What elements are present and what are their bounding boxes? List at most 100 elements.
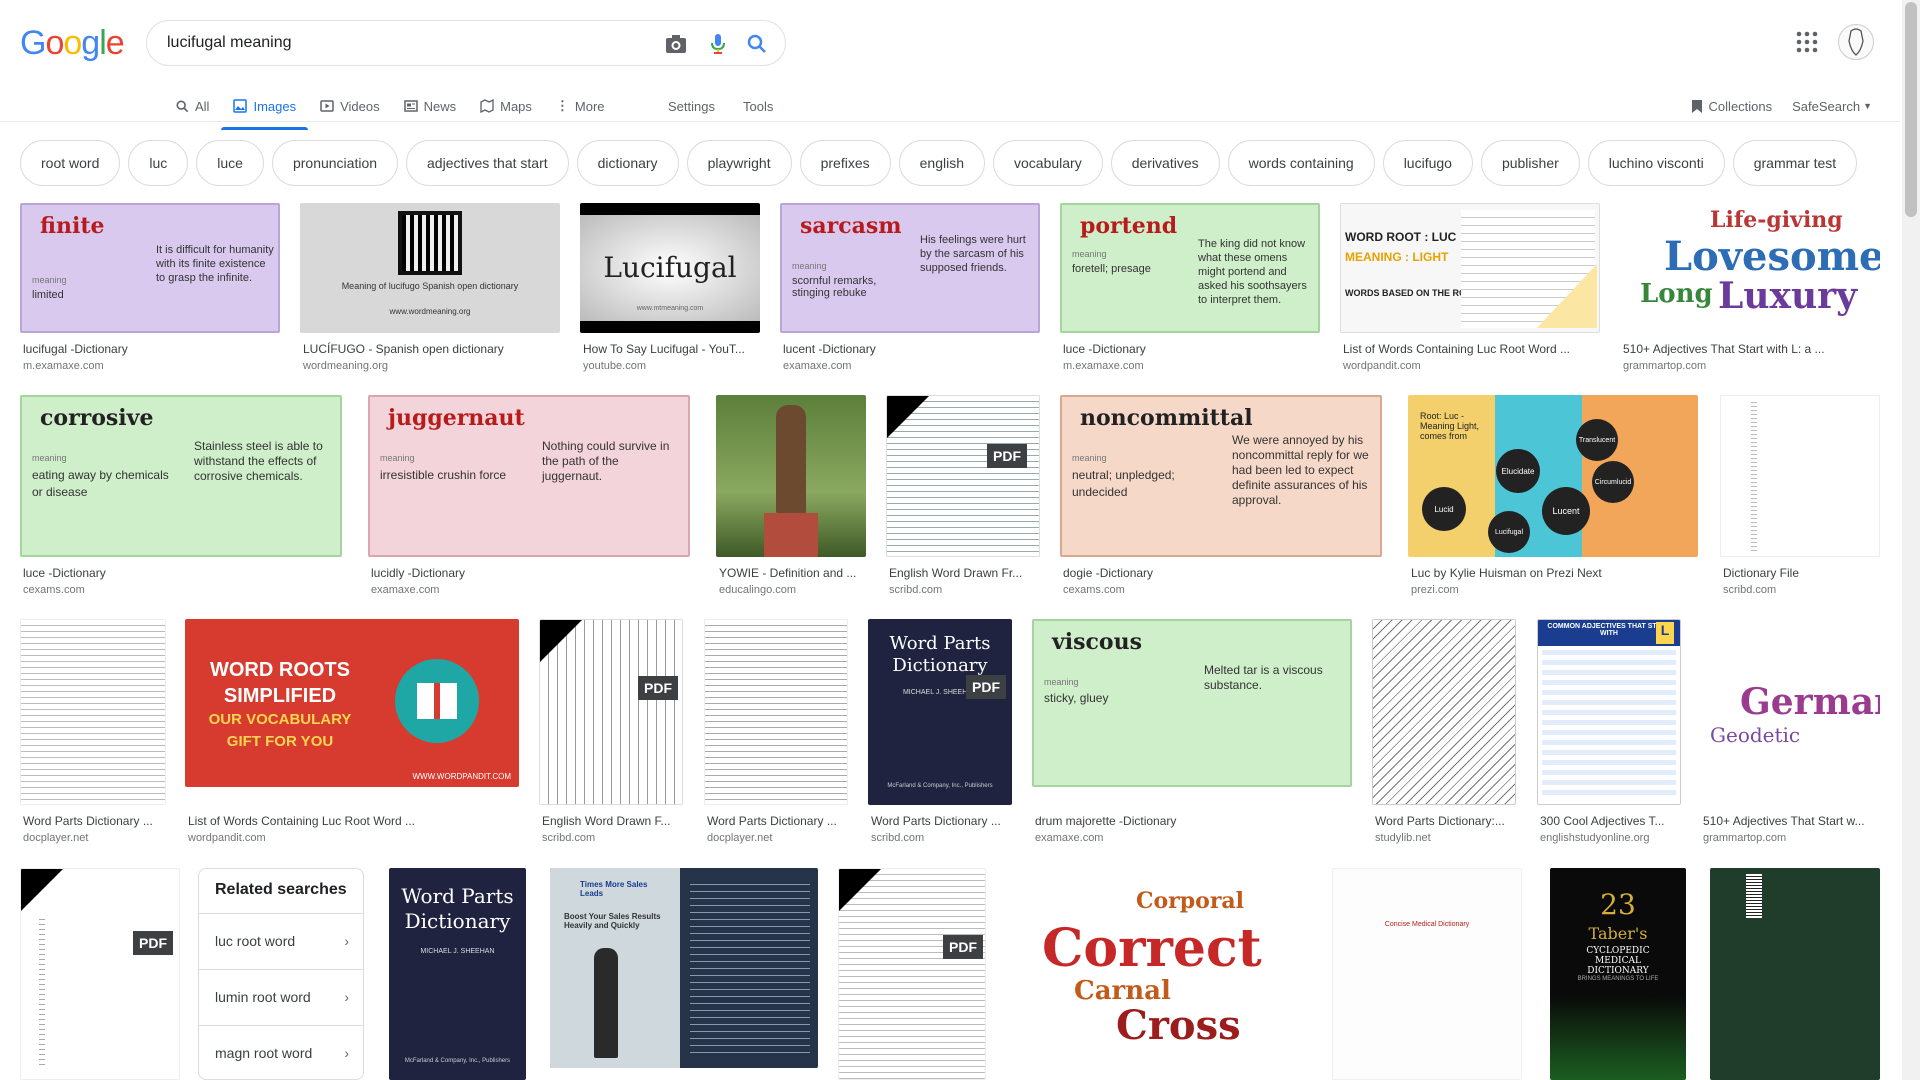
result-title[interactable]: Word Parts Dictionary:... [1375, 814, 1515, 828]
image-result[interactable]: sarcasm meaning scornful remarks, stingi… [780, 203, 1040, 373]
result-title[interactable]: lucifugal -Dictionary [23, 342, 278, 356]
result-title[interactable]: luce -Dictionary [23, 566, 341, 580]
chip[interactable]: dictionary [576, 140, 679, 186]
related-search-item[interactable]: luc root word › [199, 913, 363, 967]
tab-images[interactable]: Images [221, 90, 308, 130]
search-box[interactable] [146, 20, 786, 66]
image-result[interactable]: portend meaning foretell; presage The ki… [1060, 203, 1320, 373]
image-result[interactable]: WORD ROOTS SIMPLIFIED OUR VOCABULARY GIF… [185, 619, 519, 849]
result-source[interactable]: englishstudyonline.org [1540, 832, 1680, 844]
tab-more[interactable]: ⋮ More [544, 90, 617, 122]
result-source[interactable]: docplayer.net [23, 832, 165, 844]
result-title[interactable]: Word Parts Dictionary ... [707, 814, 847, 828]
chip[interactable]: playwright [686, 140, 792, 186]
result-source[interactable]: docplayer.net [707, 832, 847, 844]
settings-link[interactable]: Settings [668, 99, 715, 114]
chip[interactable]: publisher [1480, 140, 1580, 186]
result-source[interactable]: wordpandit.com [188, 832, 518, 844]
result-source[interactable]: grammartop.com [1703, 832, 1879, 844]
result-title[interactable]: English Word Drawn F... [542, 814, 682, 828]
result-source[interactable]: examaxe.com [783, 360, 1038, 372]
result-title[interactable]: 510+ Adjectives That Start w... [1703, 814, 1879, 828]
result-title[interactable]: Word Parts Dictionary ... [871, 814, 1011, 828]
chip[interactable]: prefixes [799, 140, 891, 186]
image-result[interactable]: Meaning of lucifugo Spanish open diction… [300, 203, 560, 373]
search-input[interactable] [167, 31, 637, 55]
image-result[interactable]: Dictionary File scribd.com [1720, 395, 1880, 596]
result-title[interactable]: Word Parts Dictionary ... [23, 814, 165, 828]
tab-all[interactable]: All [164, 90, 221, 122]
image-result[interactable]: PDF English Word Drawn Fr... scribd.com [886, 395, 1040, 596]
image-result[interactable]: Word Parts Dictionary:... studylib.net [1372, 619, 1516, 849]
chip[interactable]: derivatives [1110, 140, 1220, 186]
image-result[interactable]: Lucifugal www.mtmeaning.com How To Say L… [580, 203, 760, 373]
chip[interactable]: lucifugo [1382, 140, 1473, 186]
result-title[interactable]: How To Say Lucifugal - YouT... [583, 342, 759, 356]
tab-videos[interactable]: Videos [308, 90, 392, 122]
chip[interactable]: english [898, 140, 985, 186]
chip[interactable]: pronunciation [271, 140, 399, 186]
chip[interactable]: luchino visconti [1587, 140, 1725, 186]
google-logo[interactable]: Google [20, 24, 125, 63]
safesearch-button[interactable]: SafeSearch ▼ [1792, 99, 1872, 114]
chip[interactable]: vocabulary [993, 140, 1103, 186]
image-result[interactable]: PDF [838, 868, 986, 1080]
image-result[interactable]: Word Parts Dictionary MICHAEL J. SHEEHAN… [389, 868, 526, 1080]
camera-icon[interactable] [665, 33, 687, 55]
tools-link[interactable]: Tools [743, 99, 773, 114]
image-result[interactable]: corrosive meaning eating away by chemica… [20, 395, 342, 596]
chip[interactable]: root word [20, 140, 121, 186]
result-source[interactable]: m.examaxe.com [23, 360, 278, 372]
result-source[interactable]: m.examaxe.com [1063, 360, 1318, 372]
result-title[interactable]: drum majorette -Dictionary [1035, 814, 1351, 828]
result-source[interactable]: youtube.com [583, 360, 759, 372]
result-title[interactable]: luce -Dictionary [1063, 342, 1318, 356]
result-source[interactable]: scribd.com [1723, 584, 1879, 596]
result-title[interactable]: Dictionary File [1723, 566, 1879, 580]
related-search-item[interactable]: lumin root word › [199, 969, 363, 1023]
image-result[interactable]: Life-giving Lovesome Long Luxury 510+ Ad… [1620, 203, 1880, 373]
image-result[interactable]: WORD ROOT : LUC MEANING : LIGHT WORDS BA… [1340, 203, 1600, 373]
image-result[interactable]: Word Parts Dictionary ... docplayer.net [20, 619, 166, 849]
result-source[interactable]: wordmeaning.org [303, 360, 558, 372]
chip[interactable]: grammar test [1732, 140, 1858, 186]
image-result[interactable]: finite meaning limited It is difficult f… [20, 203, 280, 373]
result-title[interactable]: List of Words Containing Luc Root Word .… [1343, 342, 1598, 356]
image-result[interactable]: PDF [20, 868, 180, 1080]
image-result[interactable]: German Geodetic 510+ Adjectives That Sta… [1700, 619, 1880, 849]
chip[interactable]: luc [128, 140, 189, 186]
result-source[interactable]: scribd.com [871, 832, 1011, 844]
result-source[interactable]: grammartop.com [1623, 360, 1878, 372]
microphone-icon[interactable] [707, 33, 729, 55]
result-title[interactable]: Luc by Kylie Huisman on Prezi Next [1411, 566, 1697, 580]
result-title[interactable]: YOWIE - Definition and ... [719, 566, 865, 580]
result-title[interactable]: lucidly -Dictionary [371, 566, 689, 580]
result-title[interactable]: 510+ Adjectives That Start with L: a ... [1623, 342, 1878, 356]
search-icon[interactable] [746, 33, 768, 55]
result-title[interactable]: LUCÍFUGO - Spanish open dictionary [303, 342, 558, 356]
image-result[interactable]: noncommittal meaning neutral; unpledged;… [1060, 395, 1382, 596]
result-source[interactable]: cexams.com [1063, 584, 1381, 596]
image-result[interactable]: juggernaut meaning irresistible crushin … [368, 395, 690, 596]
apps-grid-icon[interactable] [1795, 30, 1819, 54]
image-result[interactable]: Corporal Correct Carnal Cross [1006, 868, 1312, 1080]
related-search-item[interactable]: magn root word › [199, 1025, 363, 1079]
tab-news[interactable]: News [392, 90, 469, 122]
result-source[interactable]: cexams.com [23, 584, 341, 596]
image-result[interactable] [1710, 868, 1880, 1080]
image-result[interactable]: viscous meaning sticky, gluey Melted tar… [1032, 619, 1352, 849]
result-source[interactable]: examaxe.com [371, 584, 689, 596]
image-result[interactable]: 23 Taber's CYCLOPEDIC MEDICAL DICTIONARY… [1550, 868, 1686, 1080]
result-title[interactable]: List of Words Containing Luc Root Word .… [188, 814, 518, 828]
result-source[interactable]: prezi.com [1411, 584, 1697, 596]
account-avatar[interactable] [1838, 24, 1874, 60]
image-result[interactable]: Word Parts Dictionary ... docplayer.net [704, 619, 848, 849]
chip[interactable]: words containing [1227, 140, 1375, 186]
result-title[interactable]: 300 Cool Adjectives T... [1540, 814, 1680, 828]
image-result[interactable]: Word Parts Dictionary MICHAEL J. SHEEHAN… [868, 619, 1012, 849]
result-title[interactable]: English Word Drawn Fr... [889, 566, 1039, 580]
result-source[interactable]: scribd.com [889, 584, 1039, 596]
image-result[interactable]: COMMON ADJECTIVES THAT START WITH L 300 … [1537, 619, 1681, 849]
result-source[interactable]: scribd.com [542, 832, 682, 844]
result-source[interactable]: studylib.net [1375, 832, 1515, 844]
